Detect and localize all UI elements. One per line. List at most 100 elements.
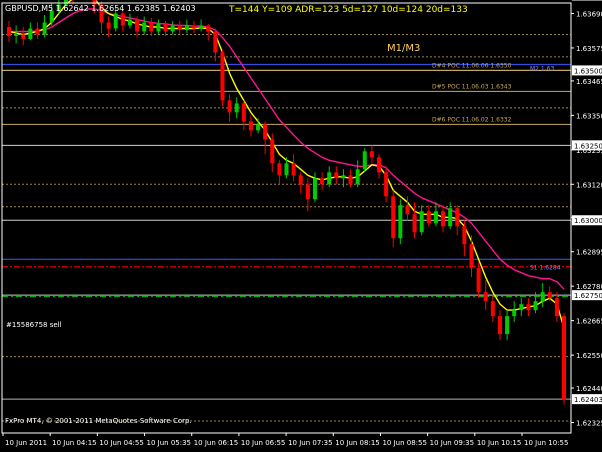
y-tick-label: 1.62550 [576,352,602,360]
candle-body [505,316,510,335]
m-level-label: M1/M3 [387,43,420,54]
candle-body [7,26,11,36]
candle-body [497,316,502,335]
y-tick-label: 1.62665 [576,318,602,326]
candle [398,199,403,245]
candle-body [106,22,111,29]
candle-body [113,13,118,29]
candle-body [227,100,232,113]
candle [362,148,367,173]
x-tick-label: 10 Jun 05:35 [147,439,191,447]
candle-body [156,23,161,32]
x-tick-label: 10 Jun 10:55 [524,439,568,447]
candle-body [455,208,460,227]
candle-body [28,28,33,39]
candle-body [391,196,396,239]
candle-body [241,103,246,122]
price-tag-label: 1.63000 [574,217,602,225]
candle-body [220,52,225,101]
candle [562,313,566,405]
candle-body [405,205,410,215]
candle-body [284,163,289,176]
candle-body [334,172,339,179]
price-tag-label: 1.63750 [574,0,602,1]
x-tick-label: 10 Jun 2011 [5,439,47,447]
candle-body [149,22,154,32]
y-tick-label: 1.62440 [576,385,602,393]
candle-body [21,34,26,39]
candle-body [14,34,19,36]
candle-body [135,19,140,32]
candle-body [483,292,488,302]
candle-body [142,22,147,32]
candle-body [512,310,517,317]
price-chart[interactable]: D#4 POC 11.06.06 1.6350 D#5 POC 11.06.03 … [0,0,602,452]
candle-body [377,157,381,173]
candle-body [35,28,40,35]
candle-body [305,184,310,200]
candle-body [192,25,196,29]
candle-body [462,226,467,245]
y-tick-label: 1.63465 [576,78,602,86]
candle [220,49,225,107]
candle-body [547,292,552,299]
candle-body [213,31,218,53]
candle-body [163,23,168,32]
candle-body [412,214,417,233]
pivot-label: M2 1.63 [530,65,554,72]
candle-body [277,163,282,176]
chart-background [0,0,602,452]
candle-body [256,124,261,131]
candle-body [312,178,317,200]
y-tick-label: 1.63350 [576,112,602,120]
candle-body [562,316,566,401]
y-tick-label: 1.62895 [576,249,602,257]
poc-label: D#4 POC 11.06.06 1.6350 [432,62,512,69]
y-tick-label: 1.63575 [576,45,602,53]
x-tick-label: 10 Jun 08:15 [335,439,379,447]
candle-body [419,211,424,233]
candle-body [441,211,446,227]
candle-body [469,244,474,269]
candle-body [426,211,431,224]
candle-body [519,304,524,311]
candle-body [448,208,453,227]
x-tick-label: 10 Jun 04:55 [99,439,143,447]
poc-label: D#5 POC 11.06.03 1.6343 [432,83,512,90]
price-tag-label: 1.63250 [574,142,602,150]
candle-body [490,301,495,317]
x-tick-label: 10 Jun 10:15 [477,439,521,447]
candle-body [533,301,538,311]
x-tick-label: 10 Jun 07:35 [288,439,332,447]
y-tick-label: 1.63690 [576,10,602,18]
candle-body [327,172,332,185]
candle-body [270,139,275,164]
price-tag-label: 1.63500 [574,67,602,75]
y-tick-label: 1.62325 [576,420,602,428]
candle-body [291,163,296,176]
candle-body [433,211,438,224]
candle-body [248,121,253,131]
x-tick-label: 10 Jun 06:15 [194,439,238,447]
candle-body [341,175,346,179]
candle-body [42,22,47,35]
candle-body [199,25,204,29]
x-tick-label: 10 Jun 04:15 [52,439,96,447]
candle-body [177,25,182,30]
x-tick-label: 10 Jun 08:55 [382,439,426,447]
candle-body [184,25,189,30]
candle-body [369,151,374,158]
candle-body [234,103,239,113]
candle-body [170,25,175,32]
y-tick-label: 1.62780 [576,283,602,291]
poc-label: D#6 POC 11.06.02 1.6332 [432,116,512,123]
candle-body [398,205,403,239]
price-tag-label: 1.62403 [574,396,602,404]
symbol-info: GBPUSD,M5 1.62642 1.62654 1.62385 1.6240… [5,4,196,13]
candle-body [348,175,353,185]
candle-body [476,268,481,293]
candle-body [120,13,125,26]
candle-body [206,25,211,32]
candle-body [320,178,325,185]
y-tick-label: 1.63120 [576,181,602,189]
